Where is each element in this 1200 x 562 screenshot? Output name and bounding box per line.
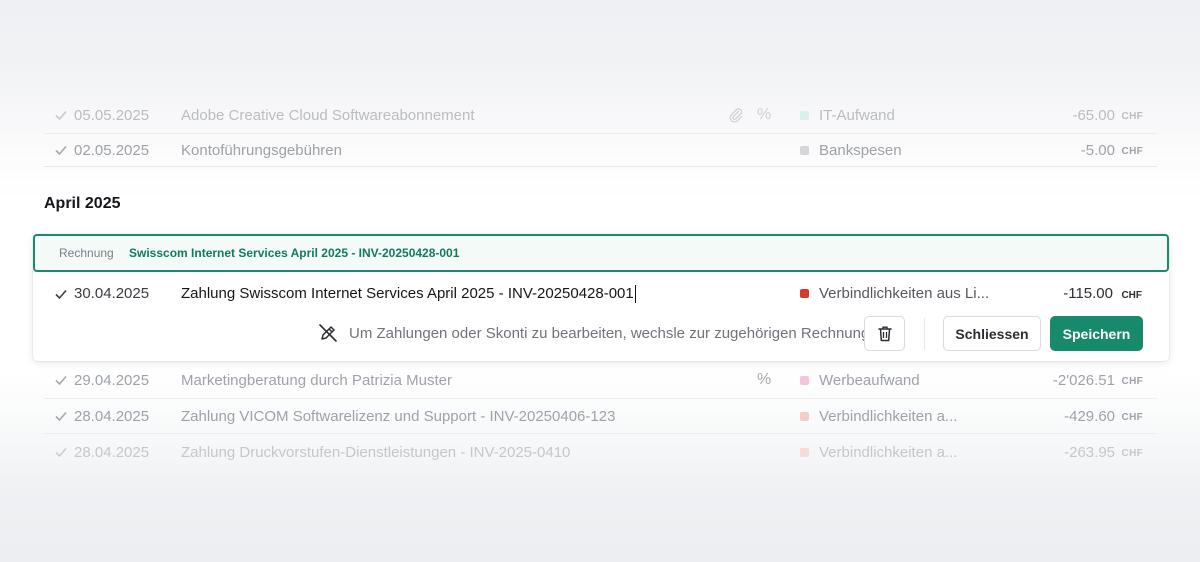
row-amount: -65.00 bbox=[1072, 106, 1115, 124]
save-button[interactable]: Speichern bbox=[1050, 316, 1143, 351]
row-amount: -2'026.51 bbox=[1052, 371, 1115, 389]
category-label: Werbeaufwand bbox=[819, 371, 920, 389]
check-icon bbox=[55, 375, 67, 386]
row-date: 02.05.2025 bbox=[74, 141, 150, 159]
row-currency: CHF bbox=[1121, 412, 1143, 423]
row-description: Kontoführungsgebühren bbox=[181, 141, 342, 159]
category-label: Verbindlichkeiten a... bbox=[819, 443, 958, 461]
category-color-dot bbox=[800, 145, 809, 155]
trash-icon bbox=[877, 326, 892, 342]
row-amount: -429.60 bbox=[1064, 407, 1115, 425]
transaction-row[interactable]: 28.04.2025 Zahlung Druckvorstufen-Dienst… bbox=[44, 434, 1157, 470]
edit-actions-bar: Um Zahlungen oder Skonti zu bearbeiten, … bbox=[33, 316, 1169, 352]
row-date: 28.04.2025 bbox=[74, 407, 150, 425]
delete-button[interactable] bbox=[864, 316, 905, 351]
actions-divider bbox=[924, 318, 925, 350]
check-icon bbox=[55, 289, 67, 300]
category-color-dot bbox=[800, 411, 809, 421]
linked-invoice-bar[interactable]: Rechnung Swisscom Internet Services Apri… bbox=[33, 234, 1169, 272]
check-icon bbox=[55, 145, 67, 156]
category-color-dot bbox=[800, 289, 809, 298]
transaction-row[interactable]: 05.05.2025 Adobe Creative Cloud Software… bbox=[44, 97, 1157, 133]
category-label: Verbindlichkeiten aus Li... bbox=[819, 285, 990, 302]
row-currency: CHF bbox=[1121, 146, 1143, 157]
month-section-title: April 2025 bbox=[44, 195, 121, 212]
category-label: Bankspesen bbox=[819, 141, 902, 159]
row-category[interactable]: Bankspesen bbox=[800, 142, 902, 159]
category-label: IT-Aufwand bbox=[819, 106, 895, 124]
row-category[interactable]: IT-Aufwand bbox=[800, 107, 895, 124]
check-icon bbox=[55, 110, 67, 121]
date-field[interactable]: 30.04.2025 bbox=[74, 285, 149, 302]
list-bottom-edge bbox=[44, 166, 1157, 167]
row-date: 29.04.2025 bbox=[74, 371, 150, 389]
category-color-dot bbox=[800, 375, 809, 385]
transaction-row[interactable]: 02.05.2025 Kontoführungsgebühren Bankspe… bbox=[44, 132, 1157, 168]
row-amount: -263.95 bbox=[1064, 443, 1115, 461]
row-category[interactable]: Werbeaufwand bbox=[800, 372, 920, 389]
edit-hint-text: Um Zahlungen oder Skonti zu bearbeiten, … bbox=[349, 325, 874, 342]
category-label: Verbindlichkeiten a... bbox=[819, 407, 958, 425]
transaction-row[interactable]: 28.04.2025 Zahlung VICOM Softwarelizenz … bbox=[44, 398, 1157, 434]
row-currency: CHF bbox=[1121, 111, 1143, 122]
row-date: 28.04.2025 bbox=[74, 443, 150, 461]
invoice-link[interactable]: Swisscom Internet Services April 2025 - … bbox=[129, 246, 459, 260]
close-button[interactable]: Schliessen bbox=[943, 316, 1041, 351]
category-select[interactable]: Verbindlichkeiten aus Li... bbox=[800, 285, 989, 302]
description-input[interactable]: Zahlung Swisscom Internet Services April… bbox=[181, 285, 636, 303]
paperclip-icon[interactable] bbox=[728, 107, 744, 123]
row-currency: CHF bbox=[1121, 376, 1143, 387]
row-category[interactable]: Verbindlichkeiten a... bbox=[800, 408, 957, 425]
check-icon bbox=[55, 411, 67, 422]
percent-icon[interactable]: % bbox=[757, 371, 771, 389]
row-description: Zahlung Druckvorstufen-Dienstleistungen … bbox=[181, 443, 571, 461]
row-description: Zahlung VICOM Softwarelizenz und Support… bbox=[181, 407, 616, 425]
row-category[interactable]: Verbindlichkeiten a... bbox=[800, 444, 957, 461]
category-color-dot bbox=[800, 110, 809, 120]
percent-icon[interactable]: % bbox=[757, 106, 771, 124]
transaction-edit-card: Rechnung Swisscom Internet Services Apri… bbox=[33, 234, 1169, 361]
transaction-row[interactable]: 29.04.2025 Marketingberatung durch Patri… bbox=[44, 362, 1157, 398]
row-description: Marketingberatung durch Patrizia Muster bbox=[181, 371, 452, 389]
currency-label: CHF bbox=[1121, 290, 1142, 301]
pencil-off-icon bbox=[319, 324, 337, 342]
amount-field[interactable]: -115.00 bbox=[1063, 285, 1113, 302]
category-color-dot bbox=[800, 447, 809, 457]
row-date: 05.05.2025 bbox=[74, 106, 150, 124]
row-description: Adobe Creative Cloud Softwareabonnement bbox=[181, 106, 475, 124]
invoice-label: Rechnung bbox=[59, 246, 114, 260]
check-icon bbox=[55, 447, 67, 458]
row-currency: CHF bbox=[1121, 448, 1143, 459]
row-amount: -5.00 bbox=[1080, 141, 1115, 159]
active-transaction-row: 30.04.2025 Zahlung Swisscom Internet Ser… bbox=[33, 276, 1169, 312]
